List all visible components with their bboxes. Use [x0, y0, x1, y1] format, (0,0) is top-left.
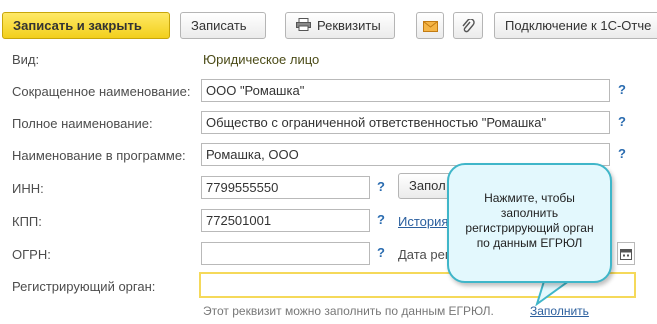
mail-button[interactable]	[416, 12, 444, 39]
history-link[interactable]: История	[398, 214, 448, 229]
inn-help[interactable]: ?	[377, 179, 385, 194]
save-button[interactable]: Записать	[180, 12, 266, 39]
tooltip-line: заполнить	[500, 206, 559, 220]
kind-label: Вид:	[12, 52, 40, 67]
inn-label: ИНН:	[12, 181, 44, 196]
registration-date-label: Дата рег	[398, 247, 450, 262]
paperclip-icon	[461, 18, 475, 33]
requisites-button[interactable]: Реквизиты	[285, 12, 395, 39]
printer-icon	[296, 14, 311, 38]
envelope-icon	[423, 18, 438, 33]
connection-button[interactable]: Подключение к 1С-Отче	[494, 12, 657, 39]
short-name-label: Сокращенное наименование:	[12, 84, 191, 99]
ogrn-field[interactable]	[201, 242, 370, 265]
tooltip-line: Нажмите, чтобы	[484, 191, 575, 205]
program-name-label: Наименование в программе:	[12, 148, 186, 163]
ogrn-help[interactable]: ?	[377, 245, 385, 260]
inn-field[interactable]: 7799555550	[201, 176, 370, 199]
requisites-label: Реквизиты	[317, 18, 381, 33]
kpp-label: КПП:	[12, 214, 42, 229]
full-name-field[interactable]: Общество с ограниченной ответственностью…	[201, 111, 610, 134]
full-name-label: Полное наименование:	[12, 116, 153, 131]
full-name-help[interactable]: ?	[618, 114, 626, 129]
short-name-field[interactable]: ООО "Ромашка"	[201, 79, 610, 102]
reg-authority-label: Регистрирующий орган:	[12, 279, 156, 294]
egrul-hint-text: Этот реквизит можно заполнить по данным …	[203, 304, 494, 318]
tooltip-line: по данным ЕГРЮЛ	[476, 236, 583, 250]
attach-button[interactable]	[453, 12, 483, 39]
ogrn-label: ОГРН:	[12, 247, 51, 262]
kpp-help[interactable]: ?	[377, 212, 385, 227]
calendar-button[interactable]	[617, 242, 635, 265]
short-name-help[interactable]: ?	[618, 82, 626, 97]
tooltip-line: регистрирующий орган	[465, 221, 594, 235]
kind-value: Юридическое лицо	[203, 52, 320, 67]
fill-hint-tooltip: Нажмите, чтобы заполнить регистрирующий …	[447, 163, 612, 283]
save-and-close-button[interactable]: Записать и закрыть	[2, 12, 170, 39]
kpp-field[interactable]: 772501001	[201, 209, 370, 232]
program-name-help[interactable]: ?	[618, 146, 626, 161]
